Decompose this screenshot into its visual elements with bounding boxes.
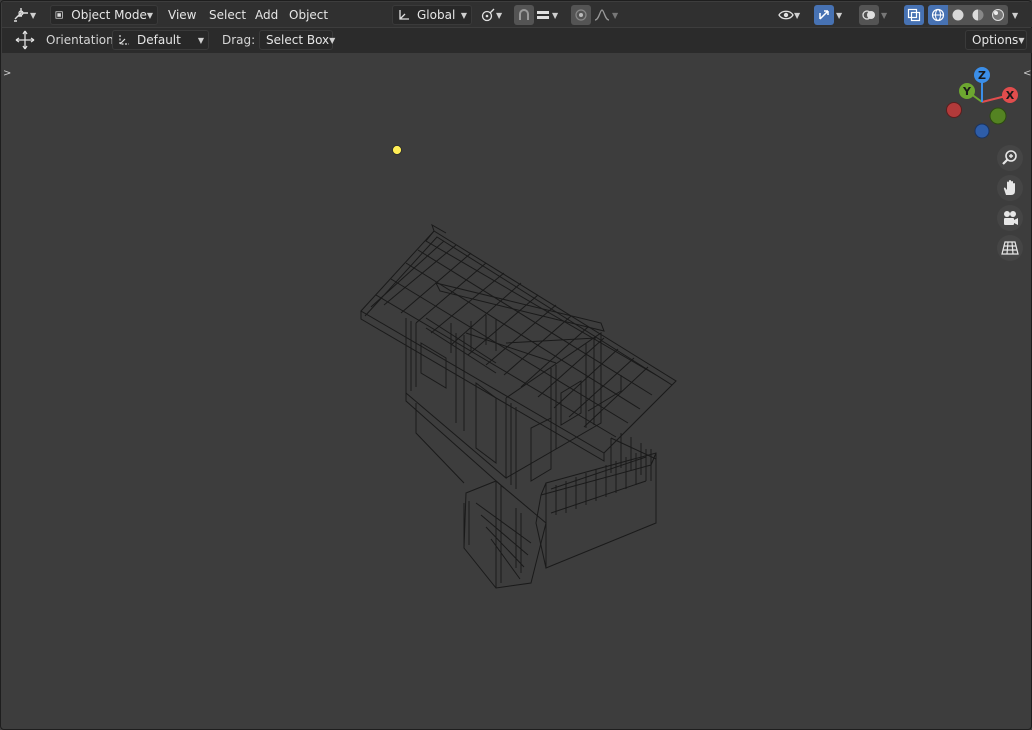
mode-label: Object Mode bbox=[71, 8, 147, 22]
grid-perspective-icon bbox=[1001, 241, 1019, 255]
orientation-axes-icon bbox=[119, 35, 129, 45]
move-tool-icon[interactable] bbox=[15, 30, 35, 50]
mode-selector[interactable]: Object Mode ▼ bbox=[50, 5, 158, 25]
orientation-dropdown[interactable]: Default ▼ bbox=[112, 30, 209, 50]
chevron-down-icon: ▼ bbox=[612, 10, 619, 20]
proportional-icon bbox=[575, 9, 587, 21]
chevron-down-icon: ▼ bbox=[794, 10, 801, 20]
gizmo-z-negative[interactable] bbox=[974, 123, 990, 139]
object-visibility-dropdown[interactable]: ▼ bbox=[778, 5, 808, 25]
drag-dropdown[interactable]: Select Box ▼ bbox=[259, 30, 336, 50]
orientation-gizmo-icon bbox=[399, 10, 409, 20]
chevron-down-icon: ▼ bbox=[197, 35, 204, 45]
gizmo-arrows-icon bbox=[819, 10, 829, 20]
xray-toggle[interactable] bbox=[904, 5, 924, 25]
snap-toggle[interactable] bbox=[514, 5, 534, 25]
rendered-sphere-icon bbox=[992, 9, 1004, 21]
pivot-icon bbox=[481, 8, 495, 22]
hand-icon bbox=[1003, 180, 1015, 195]
orientation-value: Default bbox=[137, 33, 181, 47]
shading-dropdown[interactable]: ▼ bbox=[1012, 5, 1026, 25]
drag-label: Drag: bbox=[222, 33, 256, 47]
menu-view[interactable]: View bbox=[168, 7, 196, 23]
shading-solid-button[interactable] bbox=[948, 5, 968, 25]
editor-type-button[interactable]: ▼ bbox=[12, 5, 44, 25]
overlays-dropdown[interactable]: ▼ bbox=[881, 5, 895, 25]
chevron-down-icon: ▼ bbox=[552, 10, 559, 20]
light-object[interactable] bbox=[391, 144, 403, 156]
chevron-down-icon: ▼ bbox=[881, 10, 888, 20]
gizmo-toggle[interactable] bbox=[814, 5, 834, 25]
gizmo-x-negative[interactable] bbox=[946, 102, 962, 118]
menu-object[interactable]: Object bbox=[289, 7, 328, 23]
gizmo-z-label: Z bbox=[978, 69, 986, 82]
tool-settings-header: Orientation: Default ▼ Drag: Select Box … bbox=[2, 28, 1032, 53]
orientation-label: Orientation: bbox=[46, 33, 118, 47]
shading-mode-group bbox=[928, 5, 1008, 25]
perspective-toggle-button[interactable] bbox=[997, 235, 1023, 261]
options-dropdown[interactable]: Options ▼ bbox=[965, 30, 1027, 50]
gizmo-y-label: Y bbox=[962, 85, 972, 98]
chevron-down-icon: ▼ bbox=[30, 10, 37, 20]
orientation-label: Global bbox=[417, 8, 456, 22]
camera-view-button[interactable] bbox=[997, 205, 1023, 231]
chevron-down-icon: ▼ bbox=[496, 10, 503, 20]
chevron-down-icon: ▼ bbox=[460, 10, 467, 20]
wireframe-sphere-icon bbox=[931, 8, 945, 22]
drag-value: Select Box bbox=[266, 33, 330, 47]
camera-icon bbox=[1004, 211, 1018, 225]
xray-icon bbox=[907, 8, 921, 22]
magnifier-zoom-icon bbox=[1002, 150, 1017, 165]
shading-material-button[interactable] bbox=[968, 5, 988, 25]
chevron-down-icon: ▼ bbox=[146, 10, 153, 20]
house-wireframe-model[interactable] bbox=[356, 223, 686, 593]
chevron-down-icon: ▼ bbox=[1018, 35, 1025, 45]
navigation-gizmo[interactable]: Y Z X bbox=[942, 64, 1022, 144]
toolbar-expand-arrow[interactable]: > bbox=[3, 68, 11, 79]
shading-rendered-button[interactable] bbox=[988, 5, 1008, 25]
3d-viewport[interactable]: ▼ Object Mode ▼ View Select Add Object G… bbox=[0, 0, 1032, 730]
gizmo-y-negative[interactable] bbox=[989, 107, 1007, 125]
zoom-button[interactable] bbox=[997, 145, 1023, 171]
viewport-header: ▼ Object Mode ▼ View Select Add Object G… bbox=[2, 2, 1032, 27]
snap-target-dropdown[interactable]: ▼ bbox=[536, 5, 566, 25]
proportional-editing-toggle[interactable] bbox=[571, 5, 591, 25]
snap-increment-icon bbox=[537, 11, 549, 19]
menu-select[interactable]: Select bbox=[209, 7, 246, 23]
chevron-down-icon: ▼ bbox=[329, 35, 336, 45]
overlays-toggle[interactable] bbox=[859, 5, 879, 25]
view3d-icon bbox=[14, 8, 28, 22]
chevron-down-icon: ▼ bbox=[1012, 10, 1019, 20]
sidebar-expand-arrow[interactable]: < bbox=[1023, 68, 1031, 79]
pivot-point-dropdown[interactable]: ▼ bbox=[480, 5, 510, 25]
chevron-down-icon: ▼ bbox=[836, 10, 843, 20]
transform-orientation-dropdown[interactable]: Global ▼ bbox=[392, 5, 472, 25]
shading-wireframe-button[interactable] bbox=[928, 5, 948, 25]
eye-icon bbox=[778, 10, 794, 20]
falloff-curve-icon bbox=[594, 9, 610, 21]
pan-button[interactable] bbox=[997, 175, 1023, 201]
solid-sphere-icon bbox=[952, 9, 964, 21]
proportional-falloff-dropdown[interactable]: ▼ bbox=[594, 5, 624, 25]
overlay-circles-icon bbox=[862, 10, 875, 20]
magnet-icon bbox=[519, 9, 529, 20]
gizmo-dropdown[interactable]: ▼ bbox=[836, 5, 850, 25]
object-mode-icon bbox=[55, 11, 63, 19]
material-sphere-icon bbox=[972, 9, 984, 21]
menu-add[interactable]: Add bbox=[255, 7, 278, 23]
gizmo-x-label: X bbox=[1006, 89, 1015, 102]
options-label: Options bbox=[972, 33, 1019, 47]
